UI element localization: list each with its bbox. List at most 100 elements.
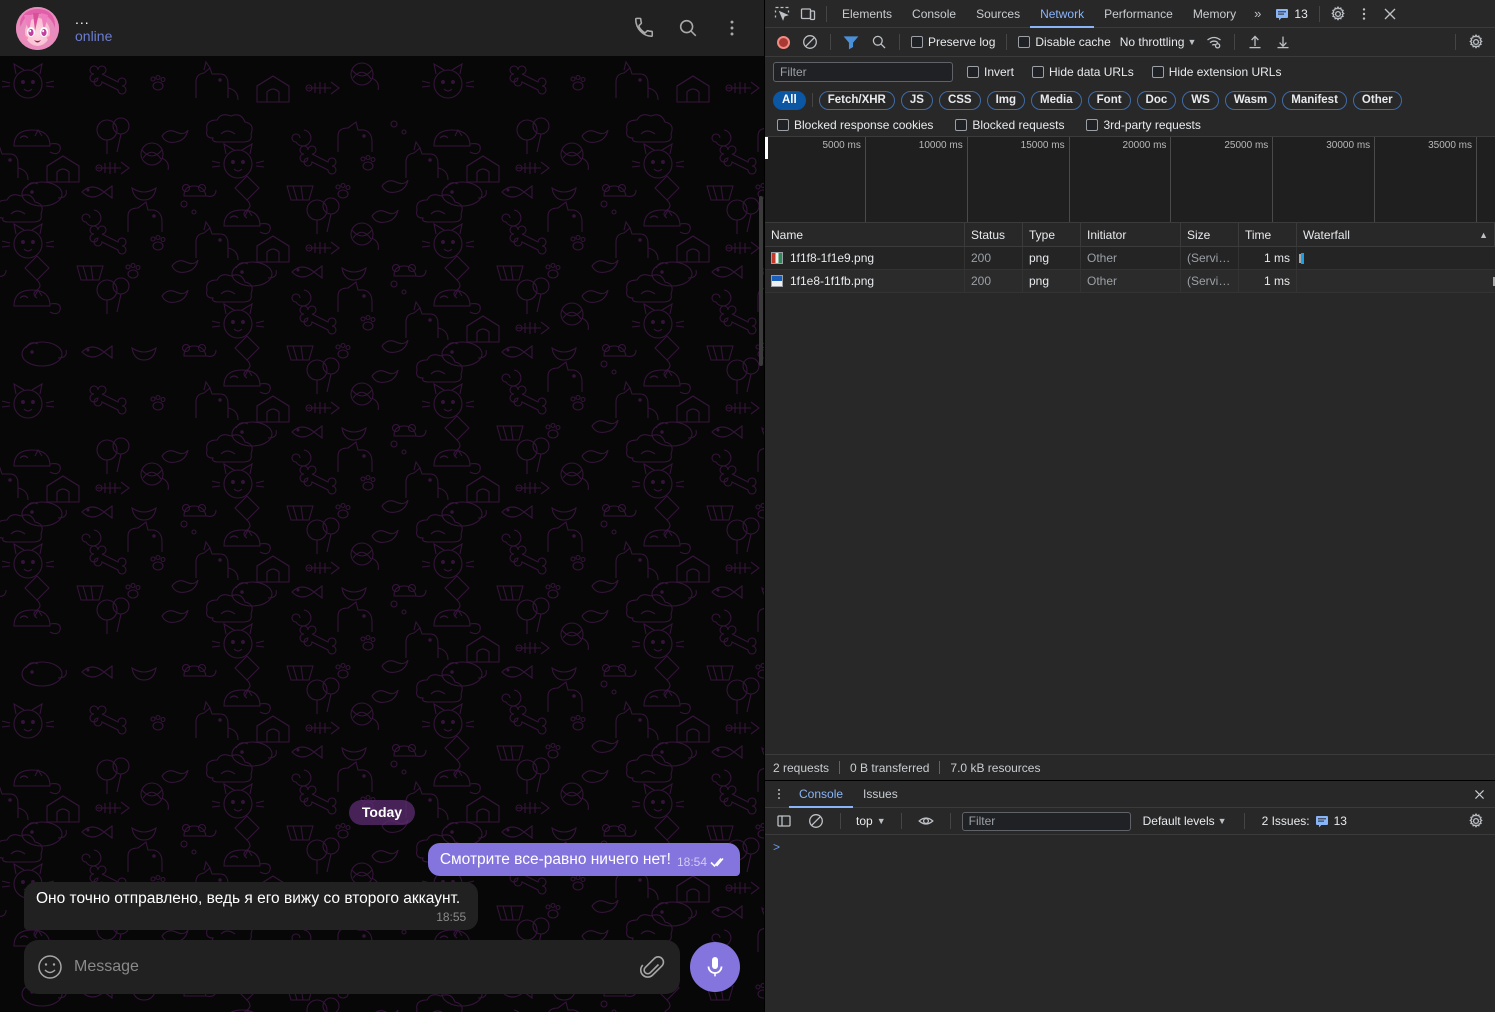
- export-har-button[interactable]: [1270, 29, 1296, 55]
- hide-data-urls-checkbox[interactable]: Hide data URLs: [1028, 65, 1138, 79]
- tab-sources[interactable]: Sources: [966, 0, 1030, 28]
- drawer-tab-console[interactable]: Console: [789, 781, 853, 808]
- type-chip-wasm[interactable]: Wasm: [1224, 90, 1277, 110]
- console-issues-badge[interactable]: 2 Issues: 13: [1256, 814, 1353, 828]
- preserve-log-checkbox[interactable]: Preserve log: [907, 35, 999, 49]
- record-dot-icon: [776, 35, 790, 49]
- network-request-table: Name Status Type Initiator Size Time Wat…: [765, 223, 1495, 754]
- console-levels-select[interactable]: Default levels ▼: [1137, 814, 1233, 828]
- type-chip-js[interactable]: JS: [900, 90, 933, 110]
- search-button[interactable]: [670, 10, 706, 46]
- live-expression-button[interactable]: [913, 808, 939, 834]
- type-chip-font[interactable]: Font: [1087, 90, 1131, 110]
- inspect-cursor-icon: [774, 6, 790, 21]
- attach-button[interactable]: [640, 954, 666, 980]
- console-prompt-row[interactable]: >: [765, 839, 1495, 857]
- tab-performance[interactable]: Performance: [1094, 0, 1183, 28]
- type-chip-css[interactable]: CSS: [938, 90, 981, 110]
- drawer-close-button[interactable]: [1467, 782, 1491, 806]
- column-header-size[interactable]: Size: [1181, 223, 1239, 247]
- console-context-select[interactable]: top ▼: [852, 814, 890, 828]
- record-network-button[interactable]: [771, 30, 795, 54]
- table-row[interactable]: 1f1e8-1f1fb.png 200 png Other (Servic...…: [765, 269, 1495, 293]
- composer-bar: [0, 936, 764, 1012]
- avatar[interactable]: [16, 6, 59, 50]
- search-network-button[interactable]: [866, 29, 892, 55]
- issues-badge[interactable]: 13: [1269, 7, 1313, 21]
- devtools-settings-button[interactable]: [1325, 1, 1351, 27]
- chat-header-actions: [626, 10, 750, 46]
- message-input-container[interactable]: [24, 940, 680, 994]
- timeline-cell: [1477, 137, 1495, 222]
- tab-network[interactable]: Network: [1030, 0, 1094, 28]
- column-header-initiator[interactable]: Initiator: [1081, 223, 1181, 247]
- devtools-close-button[interactable]: [1377, 1, 1403, 27]
- issues-message-icon: [1276, 8, 1289, 20]
- import-har-button[interactable]: [1242, 29, 1268, 55]
- column-header-type[interactable]: Type: [1023, 223, 1081, 247]
- console-filter-input[interactable]: [961, 811, 1131, 831]
- network-filter-input[interactable]: [773, 62, 953, 82]
- chat-name: ...: [75, 11, 90, 27]
- search-icon: [679, 19, 697, 37]
- type-chip-manifest[interactable]: Manifest: [1282, 90, 1347, 110]
- blocked-requests-checkbox[interactable]: Blocked requests: [951, 118, 1068, 132]
- console-levels-value: Default levels: [1142, 814, 1215, 828]
- blocked-response-cookies-checkbox[interactable]: Blocked response cookies: [773, 118, 937, 132]
- emoji-button[interactable]: [36, 953, 64, 981]
- table-row[interactable]: 1f1f8-1f1e9.png 200 png Other (Servic...…: [765, 246, 1495, 270]
- console-sidebar-toggle[interactable]: [771, 808, 797, 834]
- message-meta: 18:55: [36, 910, 466, 924]
- hide-extension-urls-checkbox[interactable]: Hide extension URLs: [1148, 65, 1286, 79]
- column-header-status[interactable]: Status: [965, 223, 1023, 247]
- drawer-more-button[interactable]: [769, 783, 789, 805]
- more-button[interactable]: [714, 10, 750, 46]
- invert-checkbox[interactable]: Invert: [963, 65, 1018, 79]
- network-conditions-button[interactable]: [1201, 29, 1227, 55]
- clear-network-button[interactable]: [797, 29, 823, 55]
- sort-asc-icon: ▲: [1479, 229, 1488, 240]
- tab-console[interactable]: Console: [902, 0, 966, 28]
- type-chip-all[interactable]: All: [773, 90, 806, 110]
- checkbox-box: [777, 118, 789, 131]
- toggle-filter-button[interactable]: [838, 29, 864, 55]
- console-output[interactable]: >: [765, 835, 1495, 1012]
- device-toggle-icon: [800, 7, 816, 20]
- type-chip-doc[interactable]: Doc: [1136, 90, 1177, 110]
- type-chip-media[interactable]: Media: [1031, 90, 1082, 110]
- hide-data-urls-label: Hide data URLs: [1049, 65, 1134, 79]
- clear-console-button[interactable]: [803, 808, 829, 834]
- resource-type-filters: All Fetch/XHR JS CSS Img Media Font Doc …: [765, 87, 1495, 113]
- voice-record-button[interactable]: [690, 942, 740, 992]
- more-tabs-button[interactable]: »: [1246, 6, 1269, 21]
- cell-type: png: [1023, 269, 1081, 293]
- third-party-requests-checkbox[interactable]: 3rd-party requests: [1082, 118, 1204, 132]
- device-toolbar-button[interactable]: [795, 1, 821, 27]
- message-bubble-outgoing[interactable]: Смотрите все-равно ничего нет! 18:54: [427, 843, 740, 876]
- drawer-tab-issues[interactable]: Issues: [853, 781, 908, 808]
- inspect-element-button[interactable]: [769, 1, 795, 27]
- devtools-more-button[interactable]: [1351, 1, 1377, 27]
- cell-status: 200: [965, 246, 1023, 270]
- search-icon: [872, 35, 886, 49]
- network-timeline-overview[interactable]: 5000 ms 10000 ms 15000 ms 20000 ms 25000…: [765, 137, 1495, 223]
- tab-memory[interactable]: Memory: [1183, 0, 1246, 28]
- column-header-waterfall[interactable]: Waterfall ▲: [1297, 223, 1495, 247]
- microphone-icon: [707, 957, 723, 977]
- call-button[interactable]: [626, 10, 662, 46]
- type-chip-ws[interactable]: WS: [1182, 90, 1219, 110]
- tab-elements[interactable]: Elements: [832, 0, 902, 28]
- throttling-select[interactable]: No throttling ▼: [1117, 35, 1200, 49]
- message-bubble-incoming[interactable]: Оно точно отправлено, ведь я его вижу со…: [24, 882, 479, 930]
- timeline-cell: 35000 ms: [1375, 137, 1478, 222]
- column-header-time[interactable]: Time: [1239, 223, 1297, 247]
- type-chip-other[interactable]: Other: [1352, 90, 1402, 110]
- type-chip-img[interactable]: Img: [986, 90, 1026, 110]
- message-input[interactable]: [74, 958, 630, 976]
- console-settings-button[interactable]: [1463, 808, 1489, 834]
- day-pill-label: Today: [348, 800, 416, 825]
- disable-cache-checkbox[interactable]: Disable cache: [1014, 35, 1114, 49]
- network-settings-button[interactable]: [1463, 29, 1489, 55]
- column-header-name[interactable]: Name: [765, 223, 965, 247]
- type-chip-fetch-xhr[interactable]: Fetch/XHR: [818, 90, 895, 110]
